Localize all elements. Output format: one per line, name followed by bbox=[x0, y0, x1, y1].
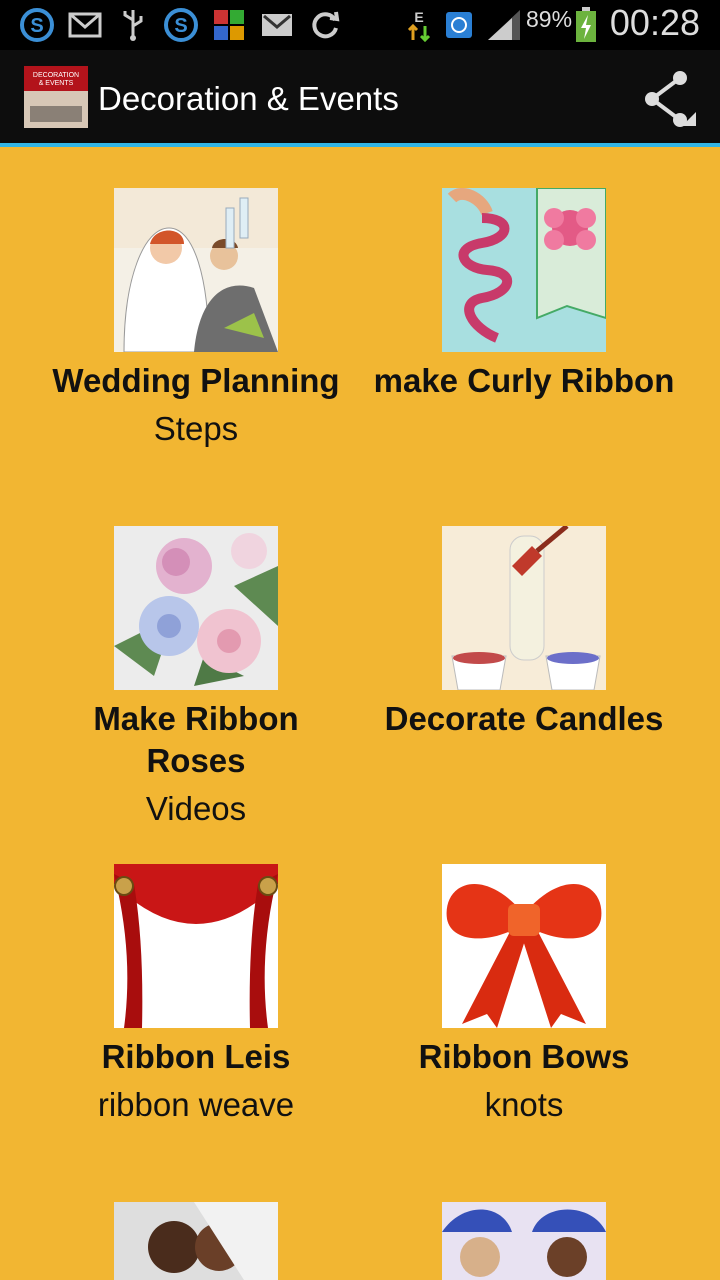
mail-icon bbox=[68, 8, 102, 42]
thumbnail-ribbon-bows bbox=[442, 864, 606, 1028]
skype-icon: S bbox=[164, 8, 198, 42]
data-arrows-icon: E bbox=[404, 8, 434, 42]
item-title: Ribbon Bows bbox=[418, 1038, 630, 1075]
thumbnail-candles bbox=[442, 526, 606, 690]
gmail-icon bbox=[260, 8, 294, 42]
item-title: Make Ribbon Roses bbox=[93, 700, 299, 779]
action-bar: DECORATION & EVENTS Decoration & Events bbox=[0, 50, 720, 147]
thumbnail-wedding bbox=[114, 188, 278, 352]
svg-text:S: S bbox=[30, 15, 43, 37]
thumbnail-ribbon-roses bbox=[114, 526, 278, 690]
sync-icon bbox=[308, 8, 342, 42]
thumbnail-ribbon-leis bbox=[114, 864, 278, 1028]
usb-icon bbox=[116, 8, 150, 42]
thumbnail-wedding-couple bbox=[114, 1202, 278, 1280]
battery-percent: 89% bbox=[526, 6, 573, 32]
item-subtitle: Videos bbox=[145, 790, 247, 827]
item-title: make Curly Ribbon bbox=[373, 362, 675, 399]
app-logo[interactable]: DECORATION & EVENTS bbox=[24, 66, 88, 128]
thumbnail-curly-ribbon bbox=[442, 188, 606, 352]
battery-icon bbox=[574, 7, 598, 42]
share-icon bbox=[645, 71, 696, 127]
clock: 00:28 bbox=[609, 2, 700, 43]
app-logo-caption: DECORATION & EVENTS bbox=[32, 72, 80, 87]
item-title: Wedding Planning bbox=[52, 362, 340, 399]
app-icon bbox=[212, 8, 246, 42]
thumbnail-traditional-attire bbox=[442, 1202, 606, 1280]
browser-icon bbox=[442, 8, 476, 42]
item-subtitle: Steps bbox=[153, 410, 239, 447]
skype-icon: S bbox=[20, 8, 54, 42]
svg-text:S: S bbox=[174, 15, 187, 37]
item-subtitle: ribbon weave bbox=[97, 1086, 295, 1123]
item-title: Decorate Candles bbox=[384, 700, 664, 737]
item-subtitle: knots bbox=[484, 1086, 564, 1123]
status-bar: S S E 89% 00:28 bbox=[0, 0, 720, 50]
svg-text:E: E bbox=[414, 9, 423, 25]
item-title: Ribbon Leis bbox=[101, 1038, 291, 1075]
signal-icon bbox=[486, 8, 522, 42]
app-title: Decoration & Events bbox=[98, 80, 399, 117]
share-button[interactable] bbox=[632, 66, 712, 136]
